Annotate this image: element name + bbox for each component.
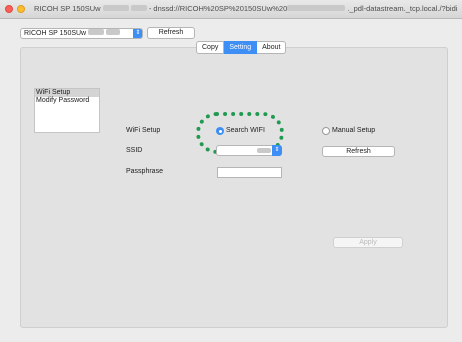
redacted-text [287,5,346,11]
redacted-text [257,148,271,153]
updown-arrow-icon: ⇕ [272,145,282,156]
ssid-select[interactable]: ⇕ [216,145,282,156]
passphrase-label: Passphrase [126,168,163,175]
settings-menu-list: WiFi Setup Modify Password [34,88,100,133]
tab-setting[interactable]: Setting [224,41,258,54]
menu-item-wifi-setup[interactable]: WiFi Setup [35,89,99,97]
passphrase-field[interactable] [217,167,282,178]
search-wifi-label: Search WIFI [226,127,265,134]
title-bar: RICOH SP 150SUw - dnssd://RICOH%20SP%201… [0,0,462,19]
wifi-setup-label: WiFi Setup [126,127,161,134]
ssid-label: SSID [126,147,143,154]
redacted-text [88,29,105,35]
tab-about[interactable]: About [257,41,287,54]
redacted-text [102,5,129,11]
window-title-suffix: ._pdl-datastream._tcp.local./?bidi [347,4,458,13]
printer-select-value: RICOH SP 150SUw [24,30,87,37]
printer-select[interactable]: RICOH SP 150SUw ⇕ [20,28,143,39]
window-title-printer: RICOH SP 150SUw [34,4,101,13]
manual-setup-radio[interactable] [322,127,330,135]
manual-setup-label: Manual Setup [332,127,376,134]
menu-item-modify-password[interactable]: Modify Password [35,97,99,105]
redacted-text [130,5,147,11]
updown-arrow-icon: ⇕ [133,29,142,38]
tab-bar: Copy Setting About [196,41,287,54]
minimize-window-button[interactable] [17,5,25,13]
tab-copy[interactable]: Copy [196,41,225,54]
window-title-dnssd: - dnssd://RICOH%20SP%20150SUw%20 [148,4,288,13]
apply-button[interactable]: Apply [333,237,403,248]
window-title: RICOH SP 150SUw - dnssd://RICOH%20SP%201… [34,4,460,13]
search-wifi-radio[interactable] [216,127,224,135]
refresh-button[interactable]: Refresh [147,27,195,39]
close-window-button[interactable] [5,5,13,13]
redacted-text [106,29,121,35]
ssid-refresh-button[interactable]: Refresh [322,146,395,157]
